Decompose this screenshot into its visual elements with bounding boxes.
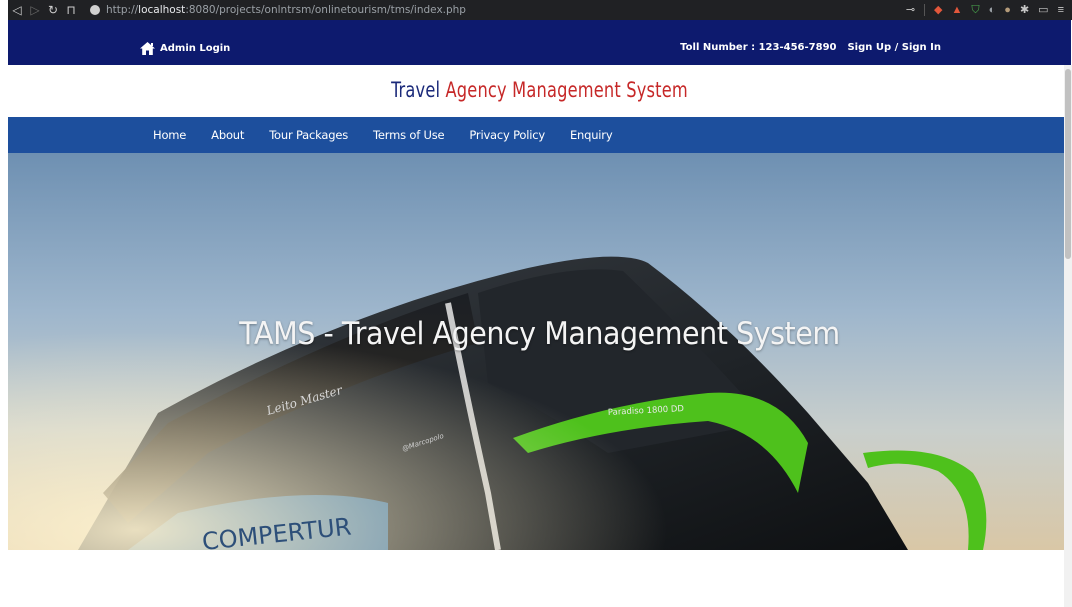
- admin-login-label: Admin Login: [160, 42, 231, 54]
- bookmark-icon[interactable]: ⊓: [62, 0, 80, 20]
- puzzle-icon[interactable]: ✱: [1020, 4, 1029, 16]
- nav-tour-packages[interactable]: Tour Packages: [269, 128, 348, 142]
- url-host: localhost: [138, 4, 186, 16]
- nav-about[interactable]: About: [211, 128, 244, 142]
- top-bar: Admin Login Toll Number : 123-456-7890 S…: [8, 20, 1071, 65]
- site-header: Travel Agency Management System: [8, 65, 1071, 117]
- browser-toolbar: ◁ ▷ ↻ ⊓ http://localhost:8080/projects/o…: [8, 0, 1072, 20]
- url-prefix: http://: [106, 4, 139, 16]
- reload-icon[interactable]: ↻: [44, 0, 62, 20]
- shield-extension-icon[interactable]: ⛉: [971, 4, 979, 16]
- site-title-part2: Agency Management System: [445, 78, 688, 102]
- page-scrollbar[interactable]: [1064, 65, 1072, 607]
- toolbar-separator: [924, 4, 926, 16]
- cookie-extension-icon[interactable]: ●: [1004, 4, 1011, 16]
- home-icon: [140, 42, 155, 55]
- site-title-part1: Travel: [391, 78, 441, 102]
- nav-terms-of-use[interactable]: Terms of Use: [373, 128, 445, 142]
- url-path: :8080/projects/onlntrsm/onlinetourism/tm…: [185, 4, 466, 16]
- hero-title: TAMS - Travel Agency Management System: [239, 316, 840, 352]
- site-info-icon[interactable]: [90, 5, 100, 15]
- brave-shield-icon[interactable]: ◆: [934, 4, 942, 16]
- nav-enquiry[interactable]: Enquiry: [570, 128, 613, 142]
- extension-icon[interactable]: ◐: [989, 4, 996, 16]
- wallet-icon[interactable]: ▭: [1038, 4, 1048, 16]
- site-title[interactable]: Travel Agency Management System: [82, 78, 996, 102]
- admin-login-link[interactable]: Admin Login: [140, 42, 231, 55]
- nav-privacy-policy[interactable]: Privacy Policy: [469, 128, 545, 142]
- main-nav: Home About Tour Packages Terms of Use Pr…: [8, 117, 1071, 153]
- signup-signin-link[interactable]: Sign Up / Sign In: [847, 42, 941, 53]
- hero-banner: Leito Master Paradiso 1800 DD @Marcopolo…: [8, 153, 1071, 550]
- back-icon[interactable]: ◁: [8, 0, 26, 20]
- toll-number: Toll Number : 123-456-7890: [680, 42, 837, 53]
- forward-icon[interactable]: ▷: [26, 0, 44, 20]
- top-right-links: Toll Number : 123-456-7890 Sign Up / Sig…: [680, 42, 941, 53]
- menu-icon[interactable]: ≡: [1058, 4, 1064, 16]
- address-bar[interactable]: http://localhost:8080/projects/onlntrsm/…: [90, 4, 466, 16]
- brave-rewards-icon[interactable]: ▲: [952, 4, 963, 16]
- nav-home[interactable]: Home: [153, 128, 186, 142]
- scrollbar-thumb[interactable]: [1065, 69, 1071, 259]
- key-icon[interactable]: ⊸: [906, 4, 915, 16]
- extensions-area: ⊸ ◆ ▲ ⛉ ◐ ● ✱ ▭ ≡: [906, 4, 1072, 16]
